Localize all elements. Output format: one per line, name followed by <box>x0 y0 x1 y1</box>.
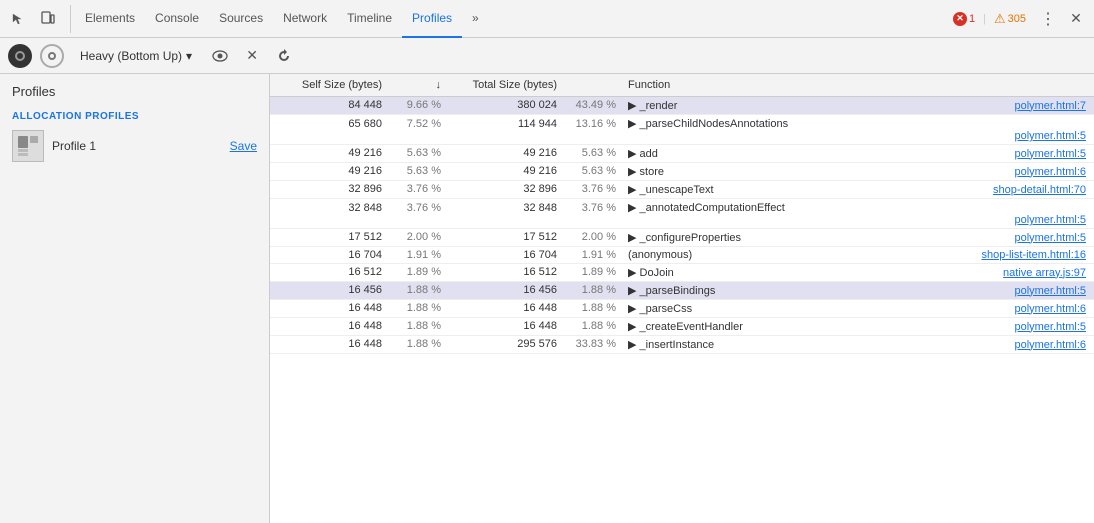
func-name: ▶ DoJoin <box>628 266 674 279</box>
view-dropdown[interactable]: Heavy (Bottom Up) ▾ <box>72 45 200 67</box>
profile-icon <box>12 130 44 162</box>
file-link[interactable]: polymer.html:6 <box>1014 166 1086 178</box>
allocation-profiles-header: ALLOCATION PROFILES <box>0 105 269 126</box>
device-icon[interactable] <box>34 5 62 33</box>
table-row[interactable]: 16 704 1.91 % 16 704 1.91 % (anonymous) … <box>270 247 1094 264</box>
file-link[interactable]: shop-detail.html:70 <box>993 184 1086 196</box>
tab-profiles[interactable]: Profiles <box>402 0 462 38</box>
sidebar: Profiles ALLOCATION PROFILES Profile 1 S… <box>0 74 270 523</box>
tab-timeline[interactable]: Timeline <box>337 0 402 38</box>
file-link[interactable]: polymer.html:5 <box>1014 285 1086 297</box>
close-devtools-button[interactable]: ✕ <box>1062 5 1090 33</box>
col-self-size: Self Size (bytes) <box>270 77 390 93</box>
func-name: ▶ _parseCss <box>628 302 692 315</box>
func-name: ▶ _insertInstance <box>628 338 714 351</box>
func-name: ▶ _render <box>628 99 677 112</box>
table-row[interactable]: 84 448 9.66 % 380 024 43.49 % ▶ _render … <box>270 97 1094 115</box>
tab-more[interactable]: » <box>462 0 489 38</box>
refresh-button[interactable] <box>272 44 296 68</box>
col-self-size-arrow: ↓ <box>390 77 445 93</box>
error-count: 1 <box>969 13 975 25</box>
tab-network[interactable]: Network <box>273 0 337 38</box>
pointer-icon[interactable] <box>4 5 32 33</box>
profile-toolbar: Heavy (Bottom Up) ▾ ✕ <box>0 38 1094 74</box>
func-name: ▶ add <box>628 147 658 160</box>
func-name: ▶ _unescapeText <box>628 183 714 196</box>
table-row[interactable]: 16 448 1.88 % 295 576 33.83 % ▶ _insertI… <box>270 336 1094 354</box>
col-function: Function <box>620 77 1094 93</box>
tab-sources[interactable]: Sources <box>209 0 273 38</box>
profile-name: Profile 1 <box>52 139 96 153</box>
file-link[interactable]: polymer.html:6 <box>1014 339 1086 351</box>
warn-icon: ⚠ <box>994 11 1006 27</box>
error-badge: ✕ 1 <box>953 12 975 26</box>
save-profile-link[interactable]: Save <box>230 139 257 153</box>
table-row[interactable]: 49 216 5.63 % 49 216 5.63 % ▶ store poly… <box>270 163 1094 181</box>
file-link[interactable]: polymer.html:5 <box>1014 321 1086 333</box>
table-row[interactable]: 32 848 3.76 % 32 848 3.76 % ▶ _annotated… <box>270 199 1094 229</box>
table-row[interactable]: 17 512 2.00 % 17 512 2.00 % ▶ _configure… <box>270 229 1094 247</box>
table-row[interactable]: 16 448 1.88 % 16 448 1.88 % ▶ _parseCss … <box>270 300 1094 318</box>
file-link[interactable]: native array.js:97 <box>1003 267 1086 279</box>
warn-badge: ⚠ 305 <box>994 11 1026 27</box>
dropdown-label: Heavy (Bottom Up) <box>80 49 182 63</box>
table-header: Self Size (bytes) ↓ Total Size (bytes) F… <box>270 74 1094 97</box>
func-name: ▶ _parseBindings <box>628 284 715 297</box>
warn-count: 305 <box>1008 13 1026 25</box>
table-body: 84 448 9.66 % 380 024 43.49 % ▶ _render … <box>270 97 1094 523</box>
file-link[interactable]: polymer.html:5 <box>1014 232 1086 244</box>
badge-area: ✕ 1 | ⚠ 305 <box>945 11 1034 27</box>
func-name: ▶ _configureProperties <box>628 231 741 244</box>
table-row[interactable]: 16 512 1.89 % 16 512 1.89 % ▶ DoJoin nat… <box>270 264 1094 282</box>
sidebar-title: Profiles <box>0 74 269 105</box>
func-name: ▶ store <box>628 165 664 178</box>
func-name: ▶ _annotatedComputationEffect <box>628 201 1086 214</box>
file-link[interactable]: polymer.html:5 <box>1014 148 1086 160</box>
tab-console[interactable]: Console <box>145 0 209 38</box>
file-link[interactable]: polymer.html:5 <box>628 214 1086 226</box>
stop-button[interactable] <box>40 44 64 68</box>
main-content: Profiles ALLOCATION PROFILES Profile 1 S… <box>0 74 1094 523</box>
table-row[interactable]: 32 896 3.76 % 32 896 3.76 % ▶ _unescapeT… <box>270 181 1094 199</box>
devtools-icons <box>4 5 71 33</box>
func-name: ▶ _parseChildNodesAnnotations <box>628 117 1086 130</box>
tab-elements[interactable]: Elements <box>75 0 145 38</box>
more-options-button[interactable]: ⋮ <box>1034 5 1062 33</box>
file-link[interactable]: polymer.html:7 <box>1014 100 1086 112</box>
error-icon: ✕ <box>953 12 967 26</box>
record-button[interactable] <box>8 44 32 68</box>
table-row[interactable]: 16 448 1.88 % 16 448 1.88 % ▶ _createEve… <box>270 318 1094 336</box>
func-name: (anonymous) <box>628 249 692 261</box>
top-toolbar: Elements Console Sources Network Timelin… <box>0 0 1094 38</box>
clear-button[interactable]: ✕ <box>240 44 264 68</box>
col-total-pct <box>565 77 620 93</box>
file-link[interactable]: polymer.html:6 <box>1014 303 1086 315</box>
dropdown-arrow-icon: ▾ <box>186 49 192 63</box>
file-link[interactable]: polymer.html:5 <box>628 130 1086 142</box>
profile-1-item[interactable]: Profile 1 Save <box>0 126 269 166</box>
table-row[interactable]: 16 456 1.88 % 16 456 1.88 % ▶ _parseBind… <box>270 282 1094 300</box>
col-total-size: Total Size (bytes) <box>445 77 565 93</box>
eye-button[interactable] <box>208 44 232 68</box>
table-row[interactable]: 49 216 5.63 % 49 216 5.63 % ▶ add polyme… <box>270 145 1094 163</box>
file-link[interactable]: shop-list-item.html:16 <box>981 249 1086 261</box>
func-name: ▶ _createEventHandler <box>628 320 743 333</box>
data-panel: Self Size (bytes) ↓ Total Size (bytes) F… <box>270 74 1094 523</box>
table-row[interactable]: 65 680 7.52 % 114 944 13.16 % ▶ _parseCh… <box>270 115 1094 145</box>
